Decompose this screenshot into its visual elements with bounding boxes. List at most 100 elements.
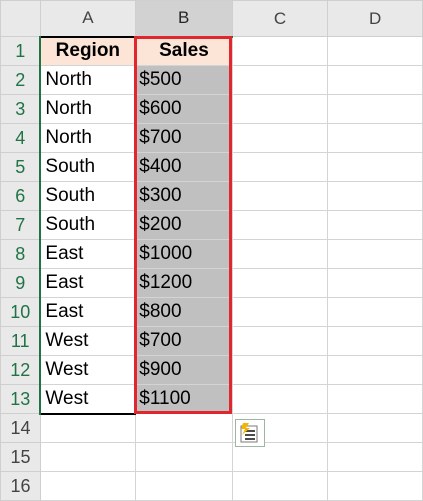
row-header-6[interactable]: 6: [0, 181, 42, 211]
quick-analysis-button[interactable]: [235, 419, 265, 447]
cell-a16[interactable]: [39, 471, 136, 501]
cell-c7[interactable]: [231, 210, 329, 240]
cell-a14[interactable]: [39, 413, 136, 443]
column-header-d[interactable]: D: [327, 0, 423, 37]
row-header-16[interactable]: 16: [0, 471, 41, 501]
cell-b1[interactable]: Sales: [134, 36, 233, 66]
column-header-c[interactable]: C: [231, 0, 329, 37]
row-header-13[interactable]: 13: [0, 384, 42, 414]
row-header-9[interactable]: 9: [0, 268, 42, 298]
cell-c11[interactable]: [231, 326, 329, 356]
row-header-7[interactable]: 7: [0, 210, 42, 240]
cell-b12[interactable]: $900: [134, 355, 233, 385]
cell-c16[interactable]: [231, 471, 329, 501]
row-header-4[interactable]: 4: [0, 123, 42, 153]
cell-a6[interactable]: South: [39, 181, 137, 211]
cell-d1[interactable]: [327, 36, 423, 66]
column-header-b[interactable]: B: [134, 0, 233, 38]
row-header-15[interactable]: 15: [0, 442, 41, 472]
table-row: 8 East $1000: [0, 239, 423, 269]
row-header-14[interactable]: 14: [0, 413, 41, 443]
cell-b4[interactable]: $700: [134, 123, 233, 153]
cell-a4[interactable]: North: [39, 123, 137, 153]
cell-c1[interactable]: [231, 36, 329, 66]
table-row: 3 North $600: [0, 94, 423, 124]
cell-a12[interactable]: West: [39, 355, 137, 385]
cell-b5[interactable]: $400: [134, 152, 233, 182]
row-header-3[interactable]: 3: [0, 94, 42, 124]
spreadsheet-grid: A B C D 1 Region Sales 2 North $500 3 No…: [0, 0, 423, 501]
cell-b3[interactable]: $600: [134, 94, 233, 124]
cell-a9[interactable]: East: [39, 268, 137, 298]
cell-d14[interactable]: [327, 413, 423, 443]
cell-a7[interactable]: South: [39, 210, 137, 240]
cell-d5[interactable]: [327, 152, 423, 182]
table-row: 7 South $200: [0, 210, 423, 240]
cell-a1[interactable]: Region: [39, 35, 137, 66]
row-header-2[interactable]: 2: [0, 65, 42, 95]
table-row: 2 North $500: [0, 65, 423, 95]
table-row: 11 West $700: [0, 326, 423, 356]
cell-d15[interactable]: [327, 442, 423, 472]
cell-a13[interactable]: West: [39, 384, 137, 415]
table-row: 6 South $300: [0, 181, 423, 211]
cell-c13[interactable]: [231, 384, 329, 414]
table-row: 14: [0, 413, 423, 443]
table-row: 12 West $900: [0, 355, 423, 385]
table-row: 16: [0, 471, 423, 501]
cell-c8[interactable]: [231, 239, 329, 269]
column-header-row: A B C D: [0, 0, 423, 38]
cell-d10[interactable]: [327, 297, 423, 327]
cell-c6[interactable]: [231, 181, 329, 211]
cell-a11[interactable]: West: [39, 326, 137, 356]
cell-c10[interactable]: [231, 297, 329, 327]
cell-b10[interactable]: $800: [134, 297, 233, 327]
cell-a10[interactable]: East: [39, 297, 137, 327]
row-header-12[interactable]: 12: [0, 355, 42, 385]
cell-d16[interactable]: [327, 471, 423, 501]
table-row: 5 South $400: [0, 152, 423, 182]
cell-d8[interactable]: [327, 239, 423, 269]
cell-c4[interactable]: [231, 123, 329, 153]
cell-c3[interactable]: [231, 94, 329, 124]
cell-d9[interactable]: [327, 268, 423, 298]
table-row: 15: [0, 442, 423, 472]
cell-d13[interactable]: [327, 384, 423, 414]
table-row: 13 West $1100: [0, 384, 423, 415]
row-header-5[interactable]: 5: [0, 152, 42, 182]
cell-d2[interactable]: [327, 65, 423, 95]
cell-d7[interactable]: [327, 210, 423, 240]
cell-c2[interactable]: [231, 65, 329, 95]
row-header-10[interactable]: 10: [0, 297, 42, 327]
cell-b9[interactable]: $1200: [134, 268, 233, 298]
cell-b16[interactable]: [134, 471, 233, 501]
cell-a3[interactable]: North: [39, 94, 137, 124]
cell-a8[interactable]: East: [39, 239, 137, 269]
cell-d4[interactable]: [327, 123, 423, 153]
column-header-a[interactable]: A: [39, 0, 136, 37]
cell-a15[interactable]: [39, 442, 136, 472]
cell-b13[interactable]: $1100: [134, 384, 233, 414]
cell-d3[interactable]: [327, 94, 423, 124]
cell-b8[interactable]: $1000: [134, 239, 233, 269]
select-all-corner[interactable]: [0, 0, 41, 37]
table-row: 9 East $1200: [0, 268, 423, 298]
cell-b15[interactable]: [134, 442, 233, 472]
row-header-11[interactable]: 11: [0, 326, 42, 356]
table-row: 1 Region Sales: [0, 35, 423, 66]
cell-b7[interactable]: $200: [134, 210, 233, 240]
cell-a2[interactable]: North: [39, 65, 137, 95]
row-header-8[interactable]: 8: [0, 239, 42, 269]
cell-d6[interactable]: [327, 181, 423, 211]
cell-a5[interactable]: South: [39, 152, 137, 182]
cell-b11[interactable]: $700: [134, 326, 233, 356]
cell-b14[interactable]: [134, 413, 233, 443]
row-header-1[interactable]: 1: [0, 36, 42, 66]
cell-c12[interactable]: [231, 355, 329, 385]
cell-d12[interactable]: [327, 355, 423, 385]
cell-c9[interactable]: [231, 268, 329, 298]
cell-b6[interactable]: $300: [134, 181, 233, 211]
cell-c5[interactable]: [231, 152, 329, 182]
cell-b2[interactable]: $500: [134, 65, 233, 95]
cell-d11[interactable]: [327, 326, 423, 356]
